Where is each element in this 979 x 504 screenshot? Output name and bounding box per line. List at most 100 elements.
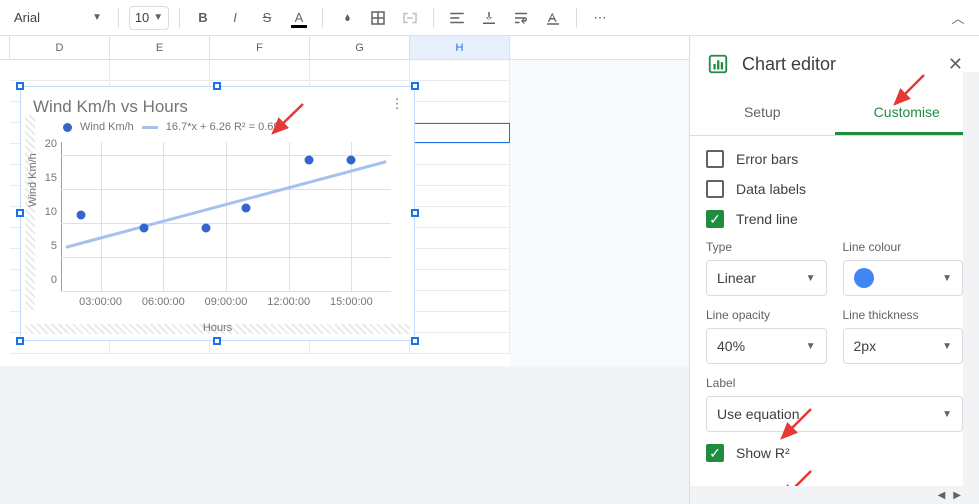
chart-plot-area: 0 5 10 15 20 03:00:00 06:00:00 09:00:00 … (61, 142, 391, 292)
select-value: Use equation (717, 406, 800, 422)
scroll-corner: ◀▶ (690, 486, 979, 504)
divider (118, 8, 119, 28)
resize-handle[interactable] (16, 209, 24, 217)
checkbox-label: Data labels (736, 181, 806, 197)
xtick: 06:00:00 (142, 292, 185, 308)
sheet-empty-area (0, 366, 689, 504)
close-button[interactable]: ✕ (948, 54, 963, 75)
divider (433, 8, 434, 28)
data-point (76, 210, 85, 219)
chart-x-axis-label: Hours (21, 322, 414, 334)
resize-handle[interactable] (411, 337, 419, 345)
checkbox-icon: ✓ (706, 210, 724, 228)
trend-type-select[interactable]: Linear ▼ (706, 260, 827, 296)
caret-down-icon: ▼ (806, 341, 816, 352)
spreadsheet[interactable]: D E F G H (0, 36, 689, 504)
column-headers: D E F G H (0, 36, 689, 60)
chart-object[interactable]: ⋮ Wind Km/h vs Hours Wind Km/h 16.7*x + … (20, 86, 415, 341)
trend-label-select[interactable]: Use equation ▼ (706, 396, 963, 432)
xtick: 12:00:00 (267, 292, 310, 308)
ytick: 5 (35, 240, 61, 252)
divider (322, 8, 323, 28)
checkbox-show-r2[interactable]: ✓ Show R² (706, 444, 963, 462)
column-header[interactable]: E (110, 36, 210, 59)
legend-trend-icon (142, 126, 158, 129)
checkbox-icon (706, 180, 724, 198)
panel-header: Chart editor ✕ (690, 36, 979, 92)
legend-trend-label: 16.7*x + 6.26 R² = 0.699 (166, 121, 286, 133)
collapse-toolbar-button[interactable]: ︿ (945, 5, 971, 31)
chart-title[interactable]: Wind Km/h vs Hours (21, 87, 414, 119)
fill-color-button[interactable] (333, 5, 359, 31)
h-align-button[interactable] (444, 5, 470, 31)
field-label: Label (706, 376, 963, 390)
resize-handle[interactable] (16, 82, 24, 90)
column-header[interactable]: G (310, 36, 410, 59)
text-rotation-button[interactable] (540, 5, 566, 31)
main: D E F G H (0, 36, 979, 504)
panel-body: Error bars Data labels ✓ Trend line Type… (690, 136, 979, 476)
active-cell[interactable] (410, 123, 510, 143)
trend-line (61, 142, 391, 292)
caret-down-icon: ▼ (942, 273, 952, 284)
tab-customise[interactable]: Customise (835, 92, 979, 135)
checkbox-label: Error bars (736, 151, 798, 167)
checkbox-icon (706, 150, 724, 168)
select-value: Linear (717, 270, 756, 286)
bold-button[interactable]: B (190, 5, 216, 31)
checkbox-label: Show R² (736, 445, 790, 461)
xtick: 15:00:00 (330, 292, 373, 308)
checkbox-icon: ✓ (706, 444, 724, 462)
resize-handle[interactable] (213, 337, 221, 345)
data-point (347, 156, 356, 165)
borders-button[interactable] (365, 5, 391, 31)
resize-handle[interactable] (213, 82, 221, 90)
panel-title: Chart editor (742, 54, 948, 75)
caret-down-icon: ▼ (942, 409, 952, 420)
chart-menu-button[interactable]: ⋮ (386, 93, 408, 115)
caret-down-icon: ▼ (153, 12, 163, 23)
divider (179, 8, 180, 28)
legend-marker-icon (63, 123, 72, 132)
app-root: Arial ▼ 10 ▼ B I S A ⋯ ︿ D E (0, 0, 979, 504)
strikethrough-button[interactable]: S (254, 5, 280, 31)
scrollbar[interactable] (963, 72, 979, 486)
line-colour-select[interactable]: ▼ (843, 260, 964, 296)
data-point (304, 156, 313, 165)
column-header[interactable]: H (410, 36, 510, 59)
font-family-select[interactable]: Arial ▼ (8, 6, 108, 30)
resize-handle[interactable] (411, 209, 419, 217)
column-header[interactable]: F (210, 36, 310, 59)
merge-cells-button[interactable] (397, 5, 423, 31)
ytick: 15 (35, 172, 61, 184)
italic-button[interactable]: I (222, 5, 248, 31)
caret-down-icon: ▼ (806, 273, 816, 284)
text-wrap-button[interactable] (508, 5, 534, 31)
checkbox-trend-line[interactable]: ✓ Trend line (706, 210, 963, 228)
more-toolbar-button[interactable]: ⋯ (587, 5, 613, 31)
field-label: Type (706, 240, 827, 254)
toolbar: Arial ▼ 10 ▼ B I S A ⋯ ︿ (0, 0, 979, 36)
line-thickness-select[interactable]: 2px ▼ (843, 328, 964, 364)
v-align-button[interactable] (476, 5, 502, 31)
xtick: 09:00:00 (205, 292, 248, 308)
checkbox-error-bars[interactable]: Error bars (706, 150, 963, 168)
font-family-label: Arial (14, 10, 40, 25)
font-size-select[interactable]: 10 ▼ (129, 6, 169, 30)
resize-handle[interactable] (411, 82, 419, 90)
text-color-button[interactable]: A (286, 5, 312, 31)
field-label: Line opacity (706, 308, 827, 322)
field-label: Line thickness (843, 308, 964, 322)
chart-legend: Wind Km/h 16.7*x + 6.26 R² = 0.699 (21, 119, 414, 137)
line-opacity-select[interactable]: 40% ▼ (706, 328, 827, 364)
select-value: 40% (717, 338, 745, 354)
checkbox-data-labels[interactable]: Data labels (706, 180, 963, 198)
column-header[interactable]: D (10, 36, 110, 59)
checkbox-label: Trend line (736, 211, 798, 227)
data-point (241, 204, 250, 213)
data-point (139, 224, 148, 233)
field-label: Line colour (843, 240, 964, 254)
tab-setup[interactable]: Setup (690, 92, 835, 135)
resize-handle[interactable] (16, 337, 24, 345)
divider (576, 8, 577, 28)
